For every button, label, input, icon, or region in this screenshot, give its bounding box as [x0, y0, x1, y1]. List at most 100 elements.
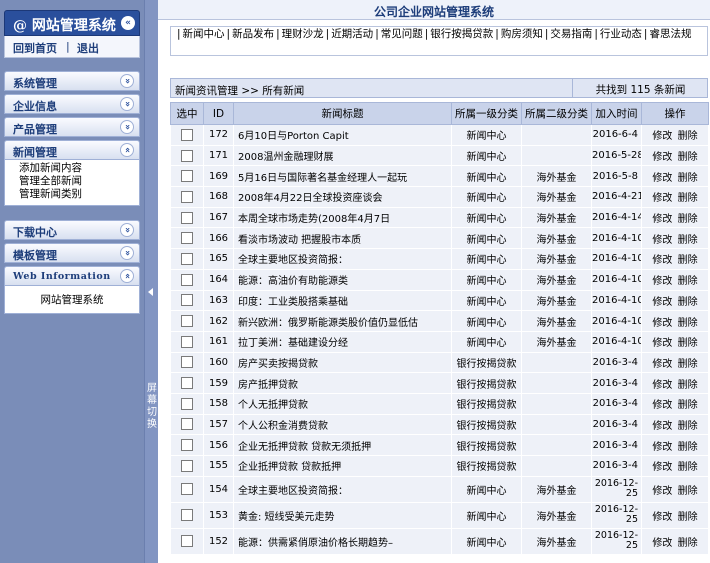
chevron-down-icon[interactable]: »	[120, 74, 134, 88]
menu-header-templates[interactable]: 模板管理 »	[4, 243, 140, 263]
nav-item[interactable]: 常见问题	[381, 28, 423, 40]
edit-link[interactable]: 修改	[652, 276, 672, 287]
edit-link[interactable]: 修改	[652, 173, 672, 184]
logout-link[interactable]: 退出	[77, 40, 99, 56]
menu-item-add-news[interactable]: 添加新闻内容	[19, 162, 139, 175]
chevron-up-icon[interactable]: «	[120, 269, 134, 283]
title-cell[interactable]: 新兴欧洲：俄罗斯能源类股价值仍显低估	[233, 310, 452, 332]
home-link[interactable]: 回到首页	[13, 40, 57, 56]
edit-link[interactable]: 修改	[652, 442, 672, 453]
title-cell[interactable]: 全球主要地区投资简报：	[233, 248, 452, 270]
nav-item[interactable]: 银行按揭贷款	[430, 28, 493, 40]
edit-link[interactable]: 修改	[652, 338, 672, 349]
edit-link[interactable]: 修改	[652, 131, 672, 142]
title-cell[interactable]: 印度：工业类股搭乘基础	[233, 289, 452, 312]
delete-link[interactable]: 删除	[678, 400, 698, 411]
row-checkbox[interactable]	[181, 509, 193, 522]
menu-header-web-information[interactable]: Web Information «	[4, 266, 140, 286]
edit-link[interactable]: 修改	[652, 380, 672, 391]
collapse-all-icon[interactable]: «	[121, 16, 135, 30]
delete-link[interactable]: 删除	[678, 276, 698, 287]
delete-link[interactable]: 删除	[678, 442, 698, 453]
screen-switch-bar[interactable]: 屏幕切换	[144, 0, 158, 563]
edit-link[interactable]: 修改	[652, 318, 672, 329]
title-cell[interactable]: 个人无抵押贷款	[233, 392, 452, 415]
row-checkbox[interactable]	[181, 232, 193, 245]
nav-item[interactable]: 新闻中心	[183, 28, 225, 40]
chevron-up-icon[interactable]: «	[120, 143, 134, 157]
row-checkbox[interactable]	[181, 483, 193, 496]
chevron-down-icon[interactable]: »	[120, 120, 134, 134]
row-checkbox[interactable]	[181, 418, 193, 431]
title-cell[interactable]: 房产买卖按揭贷款	[233, 351, 452, 374]
delete-link[interactable]: 删除	[678, 318, 698, 329]
title-cell[interactable]: 本周全球市场走势(2008年4月7日	[233, 206, 452, 229]
nav-item[interactable]: 交易指南	[550, 28, 592, 40]
title-cell[interactable]: 企业无抵押贷款 贷款无须抵押	[233, 434, 452, 456]
title-cell[interactable]: 个人公积金消费贷款	[233, 413, 452, 436]
title-cell[interactable]: 全球主要地区投资简报：	[233, 475, 452, 503]
title-cell[interactable]: 能源：高油价有助能源类	[233, 268, 452, 291]
edit-link[interactable]: 修改	[652, 421, 672, 432]
row-checkbox[interactable]	[181, 335, 193, 348]
delete-link[interactable]: 删除	[678, 359, 698, 370]
row-checkbox[interactable]	[181, 397, 193, 410]
nav-item[interactable]: 睿思法规	[649, 28, 691, 40]
edit-link[interactable]: 修改	[652, 235, 672, 246]
delete-link[interactable]: 删除	[678, 486, 698, 497]
edit-link[interactable]: 修改	[652, 486, 672, 497]
edit-link[interactable]: 修改	[652, 359, 672, 370]
delete-link[interactable]: 删除	[678, 173, 698, 184]
edit-link[interactable]: 修改	[652, 214, 672, 225]
title-cell[interactable]: 6月10日与Porton Capit	[233, 124, 452, 146]
menu-header-products[interactable]: 产品管理 »	[4, 117, 140, 137]
title-cell[interactable]: 企业抵押贷款 贷款抵押	[233, 455, 452, 477]
title-cell[interactable]: 房产抵押贷款	[233, 372, 452, 394]
title-cell[interactable]: 2008温州金融理财展	[233, 144, 452, 167]
delete-link[interactable]: 删除	[678, 297, 698, 308]
title-cell[interactable]: 黄金: 短线受美元走势	[233, 501, 452, 529]
row-checkbox[interactable]	[181, 356, 193, 369]
title-cell[interactable]: 拉丁美洲：基础建设分经	[233, 330, 452, 353]
title-cell[interactable]: 2008年4月22日全球投资座谈会	[233, 186, 452, 208]
menu-header-company[interactable]: 企业信息 »	[4, 94, 140, 114]
title-cell[interactable]: 看淡市场波动 把握股市本质	[233, 227, 452, 250]
delete-link[interactable]: 删除	[678, 462, 698, 473]
edit-link[interactable]: 修改	[652, 152, 672, 163]
nav-item[interactable]: 理财沙龙	[282, 28, 324, 40]
delete-link[interactable]: 删除	[678, 214, 698, 225]
row-checkbox[interactable]	[181, 211, 193, 224]
menu-header-system[interactable]: 系统管理 »	[4, 71, 140, 91]
row-checkbox[interactable]	[181, 315, 193, 328]
nav-item[interactable]: 近期活动	[331, 28, 373, 40]
delete-link[interactable]: 删除	[678, 255, 698, 266]
row-checkbox[interactable]	[181, 170, 193, 183]
delete-link[interactable]: 删除	[678, 193, 698, 204]
screen-switch-label[interactable]: 屏幕切换	[147, 383, 157, 431]
row-checkbox[interactable]	[181, 535, 193, 548]
delete-link[interactable]: 删除	[678, 421, 698, 432]
edit-link[interactable]: 修改	[652, 193, 672, 204]
edit-link[interactable]: 修改	[652, 462, 672, 473]
edit-link[interactable]: 修改	[652, 297, 672, 308]
chevron-down-icon[interactable]: »	[120, 246, 134, 260]
menu-item-manage-news[interactable]: 管理全部新闻	[19, 175, 139, 188]
menu-header-download[interactable]: 下载中心 »	[4, 220, 140, 240]
row-checkbox[interactable]	[181, 439, 193, 452]
delete-link[interactable]: 删除	[678, 512, 698, 523]
delete-link[interactable]: 删除	[678, 538, 698, 549]
row-checkbox[interactable]	[181, 128, 193, 141]
title-cell[interactable]: 5月16日与国际著名基金经理人一起玩	[233, 165, 452, 188]
nav-item[interactable]: 新品发布	[232, 28, 274, 40]
delete-link[interactable]: 删除	[678, 152, 698, 163]
menu-header-news[interactable]: 新闻管理 «	[4, 140, 140, 160]
collapse-arrow-icon[interactable]	[148, 288, 153, 296]
delete-link[interactable]: 删除	[678, 235, 698, 246]
row-checkbox[interactable]	[181, 149, 193, 162]
chevron-down-icon[interactable]: »	[120, 223, 134, 237]
delete-link[interactable]: 删除	[678, 338, 698, 349]
row-checkbox[interactable]	[181, 377, 193, 390]
edit-link[interactable]: 修改	[652, 512, 672, 523]
row-checkbox[interactable]	[181, 252, 193, 265]
chevron-down-icon[interactable]: »	[120, 97, 134, 111]
